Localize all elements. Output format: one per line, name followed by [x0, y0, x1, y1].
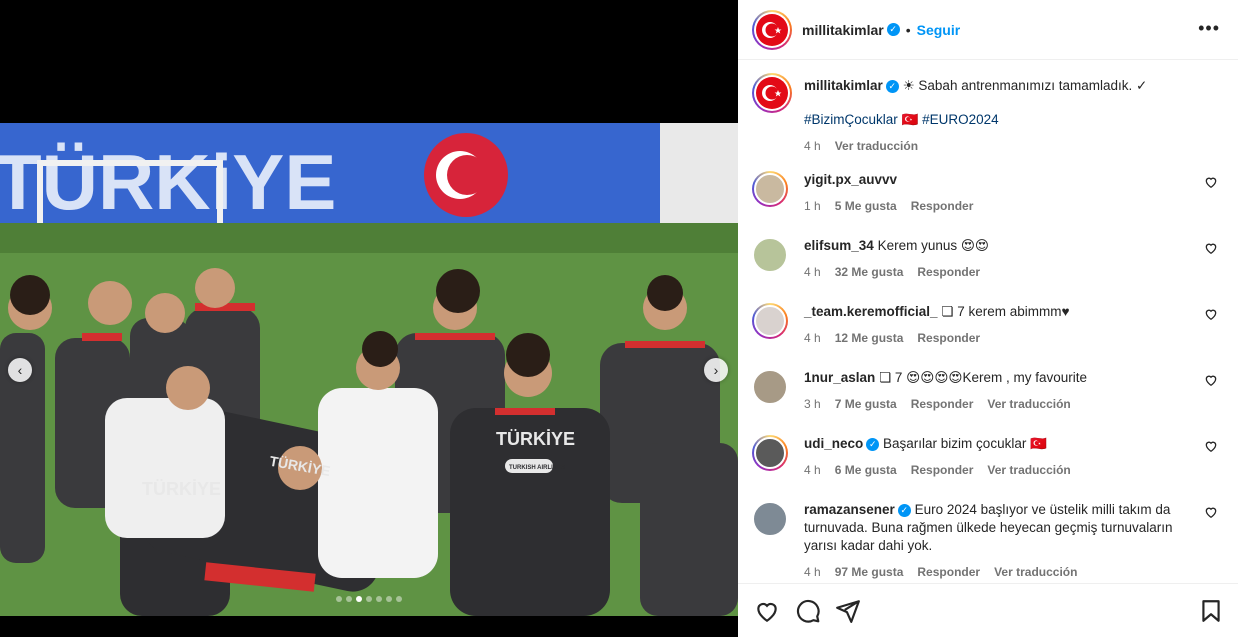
reply-button[interactable]: Responder — [917, 329, 980, 347]
comment-likes[interactable]: 5 Me gusta — [835, 197, 897, 215]
carousel-dot — [396, 596, 402, 602]
training-photo-illustration: TÜRKiYE TÜRKİYE TÜRKİYE TÜRKİYE TURKISH … — [0, 123, 738, 616]
post-photo[interactable]: TÜRKiYE TÜRKİYE TÜRKİYE TÜRKİYE TURKISH … — [0, 123, 738, 616]
carousel-prev-button[interactable]: ‹ — [8, 358, 32, 382]
comment-text: Başarılar bizim çocuklar 🇹🇷 — [883, 436, 1047, 451]
reply-button[interactable]: Responder — [911, 395, 974, 413]
comment-time: 4 h — [804, 463, 821, 477]
caption-text: ☀ Sabah antrenmanımızı tamamladık. ✓ — [902, 78, 1148, 93]
heart-icon[interactable] — [1204, 505, 1218, 519]
avatar[interactable] — [752, 369, 788, 405]
reply-button[interactable]: Responder — [917, 563, 980, 581]
comment-likes[interactable]: 32 Me gusta — [835, 263, 904, 281]
banner-text: TÜRKiYE — [0, 138, 336, 226]
carousel-dot — [346, 596, 352, 602]
comment-time: 4 h — [804, 265, 821, 279]
avatar[interactable] — [752, 237, 788, 273]
more-icon[interactable]: ••• — [1198, 18, 1220, 39]
carousel-dot — [336, 596, 342, 602]
comment-text: ❏ 7 😍😍😍😍Kerem , my favourite — [879, 370, 1088, 385]
action-bar — [738, 583, 1238, 637]
translate-link[interactable]: Ver traducción — [835, 137, 918, 155]
comment-username[interactable]: ramazansener — [804, 502, 895, 517]
chevron-right-icon: › — [713, 362, 719, 378]
comment-text: Kerem yunus 😍😍 — [877, 238, 989, 253]
caption-hashtags[interactable]: #BizimÇocuklar 🇹🇷 #EURO2024 — [804, 111, 1194, 129]
verified-icon: ✓ — [885, 79, 899, 93]
comment-icon[interactable] — [795, 598, 821, 624]
comments-list[interactable]: millitakimlar ✓ ☀ Sabah antrenmanımızı ta… — [738, 61, 1238, 583]
comment-time: 1 h — [804, 199, 821, 213]
heart-icon[interactable] — [754, 598, 780, 624]
avatar[interactable] — [752, 303, 788, 339]
caption-time: 4 h — [804, 139, 821, 153]
comment-username[interactable]: yigit.px_auvvv — [804, 172, 897, 187]
heart-icon[interactable] — [1204, 241, 1218, 255]
sponsor-text: TURKISH AIRLINES — [509, 465, 565, 471]
comment-likes[interactable]: 7 Me gusta — [835, 395, 897, 413]
bookmark-icon[interactable] — [1198, 598, 1224, 624]
post-side-panel: millitakimlar ✓ • Seguir ••• millitakiml… — [738, 0, 1238, 637]
chevron-left-icon: ‹ — [17, 362, 23, 378]
reply-button[interactable]: Responder — [911, 197, 974, 215]
comment-text: ❏ 7 kerem abimmm♥ — [941, 304, 1070, 319]
carousel-dot — [356, 596, 362, 602]
avatar[interactable] — [752, 501, 788, 537]
verified-icon: ✓ — [886, 23, 900, 36]
follow-button[interactable]: Seguir — [917, 22, 961, 38]
comment-time: 4 h — [804, 331, 821, 345]
shirt-text-2: TÜRKİYE — [142, 479, 221, 499]
heart-icon[interactable] — [1204, 175, 1218, 189]
carousel-dot — [376, 596, 382, 602]
post-media: TÜRKiYE TÜRKİYE TÜRKİYE TÜRKİYE TURKISH … — [0, 0, 738, 637]
reply-button[interactable]: Responder — [911, 461, 974, 479]
comment-username[interactable]: udi_neco — [804, 436, 863, 451]
caption-username[interactable]: millitakimlar — [804, 78, 883, 93]
comment-likes[interactable]: 6 Me gusta — [835, 461, 897, 479]
avatar[interactable] — [752, 9, 792, 50]
post-username[interactable]: millitakimlar — [802, 22, 884, 38]
translate-link[interactable]: Ver traducción — [987, 395, 1070, 413]
carousel-dots — [0, 596, 738, 602]
heart-icon[interactable] — [1204, 439, 1218, 453]
separator: • — [905, 21, 911, 38]
avatar[interactable] — [752, 435, 788, 471]
post-header: millitakimlar ✓ • Seguir ••• — [738, 0, 1238, 60]
comment-username[interactable]: _team.keremofficial_ — [804, 304, 938, 319]
turkey-flag-icon — [756, 13, 788, 46]
shirt-text: TÜRKİYE — [496, 429, 575, 449]
comment-likes[interactable]: 12 Me gusta — [835, 329, 904, 347]
avatar[interactable] — [752, 171, 788, 207]
comment-username[interactable]: elifsum_34 — [804, 238, 874, 253]
share-icon[interactable] — [835, 598, 861, 624]
heart-icon[interactable] — [1204, 307, 1218, 321]
translate-link[interactable]: Ver traducción — [994, 563, 1077, 581]
reply-button[interactable]: Responder — [917, 263, 980, 281]
translate-link[interactable]: Ver traducción — [987, 461, 1070, 479]
verified-icon: ✓ — [866, 437, 880, 451]
carousel-dot — [366, 596, 372, 602]
caption-avatar[interactable] — [752, 73, 792, 113]
heart-icon[interactable] — [1204, 373, 1218, 387]
turkey-flag-icon — [756, 77, 788, 109]
carousel-dot — [386, 596, 392, 602]
comment-time: 3 h — [804, 397, 821, 411]
comment-username[interactable]: 1nur_aslan — [804, 370, 875, 385]
verified-icon: ✓ — [897, 503, 911, 517]
carousel-next-button[interactable]: › — [704, 358, 728, 382]
comment-time: 4 h — [804, 565, 821, 579]
comment-likes[interactable]: 97 Me gusta — [835, 563, 904, 581]
